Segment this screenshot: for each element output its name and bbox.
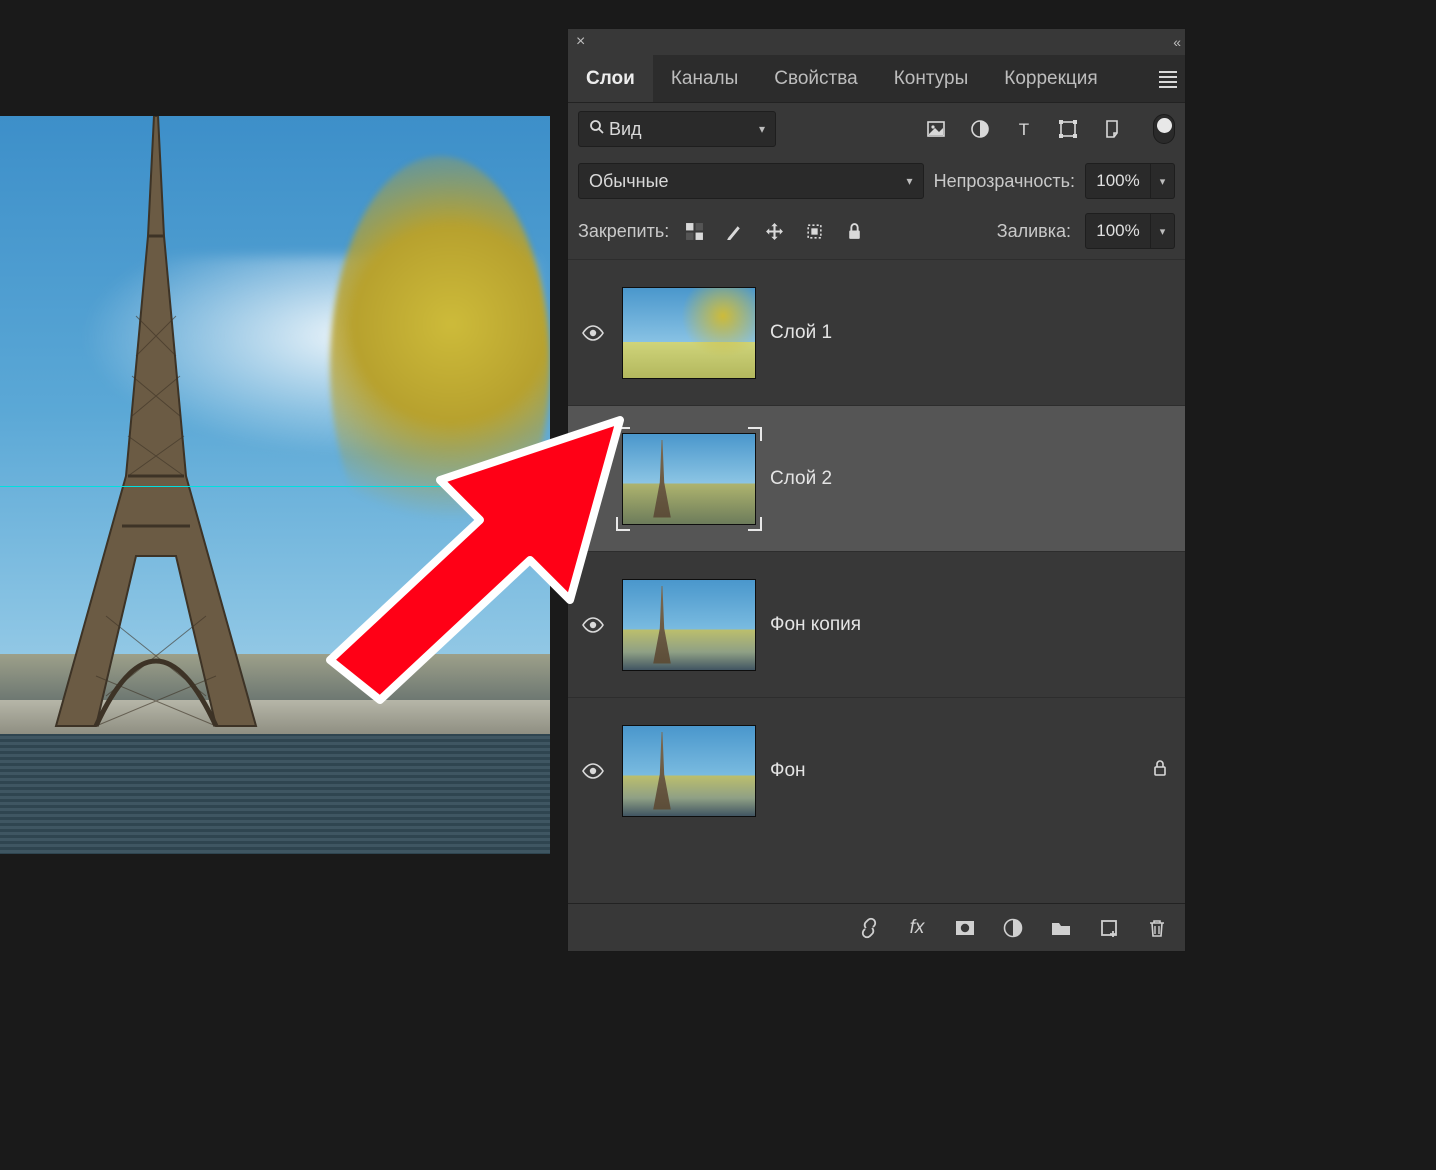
visibility-toggle[interactable] [578, 763, 608, 779]
shape-icon[interactable] [1057, 118, 1079, 140]
layer-filter-dropdown[interactable]: Вид ▾ [578, 111, 776, 147]
filter-toggle[interactable] [1153, 114, 1175, 144]
dropdown-value: Вид [609, 119, 642, 140]
visibility-toggle[interactable] [578, 325, 608, 341]
layer-name[interactable]: Слой 1 [770, 322, 832, 344]
tab-label: Слои [586, 68, 635, 90]
new-layer-icon[interactable] [1097, 916, 1121, 940]
fill-caret[interactable]: ▾ [1151, 213, 1175, 249]
blend-mode-dropdown[interactable]: Обычные ▾ [578, 163, 924, 199]
visibility-toggle[interactable] [578, 471, 608, 487]
lock-brush-icon[interactable] [723, 220, 745, 242]
tab-label: Каналы [671, 68, 738, 90]
visibility-toggle[interactable] [578, 617, 608, 633]
search-icon [589, 119, 605, 140]
layer-name[interactable]: Фон [770, 760, 806, 782]
document-image [0, 116, 550, 854]
lock-label: Закрепить: [578, 221, 669, 242]
lock-pixels-icon[interactable] [683, 220, 705, 242]
opacity-value[interactable]: 100% [1085, 163, 1151, 199]
panel-titlebar: × « [568, 29, 1185, 55]
fx-icon[interactable]: fx [905, 916, 929, 940]
layer-row[interactable]: Слой 2 [568, 405, 1185, 551]
opacity-caret[interactable]: ▾ [1151, 163, 1175, 199]
adjustment-layer-icon[interactable] [1001, 916, 1025, 940]
chevron-down-icon: ▾ [907, 174, 913, 188]
smartobject-icon[interactable] [1101, 118, 1123, 140]
layer-row[interactable]: Слой 1 [568, 259, 1185, 405]
layer-row[interactable]: Фон копия [568, 551, 1185, 697]
lock-position-icon[interactable] [763, 220, 785, 242]
lock-all-icon[interactable] [843, 220, 865, 242]
layer-thumbnail[interactable] [622, 725, 756, 817]
fill-label: Заливка: [997, 221, 1071, 242]
tab-label: Коррекция [1004, 68, 1097, 90]
tab-label: Контуры [894, 68, 969, 90]
mask-icon[interactable] [953, 916, 977, 940]
type-icon[interactable]: T [1013, 118, 1035, 140]
layers-panel: × « Слои Каналы Свойства Контуры Коррекц… [567, 28, 1186, 952]
panel-menu-icon[interactable] [1151, 70, 1185, 88]
opacity-label: Непрозрачность: [934, 171, 1075, 192]
group-icon[interactable] [1049, 916, 1073, 940]
layer-thumbnail[interactable] [622, 579, 756, 671]
adjustment-icon[interactable] [969, 118, 991, 140]
tab-channels[interactable]: Каналы [653, 55, 756, 102]
layer-row[interactable]: Фон [568, 697, 1185, 843]
close-icon[interactable]: × [576, 33, 585, 51]
image-icon[interactable] [925, 118, 947, 140]
collapse-icon[interactable]: « [1173, 34, 1177, 50]
tab-adjustments[interactable]: Коррекция [986, 55, 1115, 102]
tab-label: Свойства [774, 68, 857, 90]
canvas-area[interactable] [0, 116, 550, 854]
lock-artboard-icon[interactable] [803, 220, 825, 242]
layers-list: Слой 1 Слой 2 Фон копия Фон [568, 259, 1185, 903]
fill-value[interactable]: 100% [1085, 213, 1151, 249]
trash-icon[interactable] [1145, 916, 1169, 940]
tab-properties[interactable]: Свойства [756, 55, 875, 102]
layer-name[interactable]: Слой 2 [770, 468, 832, 490]
eiffel-tower-graphic [36, 116, 276, 736]
layer-name[interactable]: Фон копия [770, 614, 861, 636]
panel-tabs: Слои Каналы Свойства Контуры Коррекция [568, 55, 1185, 103]
horizontal-guide[interactable] [0, 486, 550, 487]
layer-thumbnail[interactable] [622, 433, 756, 525]
layer-thumbnail[interactable] [622, 287, 756, 379]
lock-icon[interactable] [1151, 759, 1175, 782]
link-icon[interactable] [857, 916, 881, 940]
panel-bottom-toolbar: fx [568, 903, 1185, 951]
svg-text:T: T [1019, 120, 1029, 139]
tab-layers[interactable]: Слои [568, 55, 653, 102]
chevron-down-icon: ▾ [759, 122, 765, 136]
dropdown-value: Обычные [589, 171, 669, 192]
tab-paths[interactable]: Контуры [876, 55, 987, 102]
